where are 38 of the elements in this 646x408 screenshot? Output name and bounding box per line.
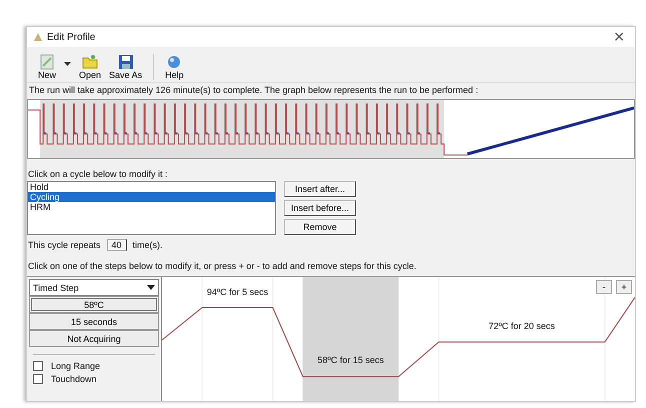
- toolbar-button[interactable]: Save As: [106, 54, 146, 80]
- folder-icon: [82, 54, 98, 70]
- cycle-item[interactable]: Cycling: [28, 192, 275, 202]
- temperature-button[interactable]: 58ºC: [29, 296, 159, 313]
- toolbar-button[interactable]: Help: [162, 54, 187, 80]
- cycle-button[interactable]: Insert before...: [284, 200, 356, 216]
- zoom-button[interactable]: +: [616, 280, 632, 294]
- toolbar-button[interactable]: Open: [76, 54, 104, 80]
- checkbox-label: Long Range: [51, 360, 100, 370]
- repeat-label: This cycle repeats: [28, 240, 101, 250]
- checkbox[interactable]: [33, 360, 43, 370]
- run-info-text: The run will take approximately 126 minute(s) to complete. The graph below represents the run to be performed :: [27, 82, 635, 97]
- repeat-unit-label: time(s).: [132, 240, 163, 250]
- window-title: Edit Profile: [47, 32, 96, 42]
- cycle-item[interactable]: Hold: [28, 182, 275, 192]
- checkbox-label: Touchdown: [51, 374, 97, 384]
- step-label[interactable]: 58ºC for 15 secs: [318, 355, 384, 365]
- cycles-label: Click on a cycle below to modify it :: [27, 169, 169, 179]
- duration-button[interactable]: 15 seconds: [29, 313, 159, 330]
- step-type-dropdown[interactable]: Timed Step: [29, 279, 159, 296]
- dropdown-arrow-icon[interactable]: [147, 285, 155, 290]
- cycle-button[interactable]: Insert after...: [284, 181, 356, 197]
- app-icon: [33, 32, 43, 42]
- step-label[interactable]: 94ºC for 5 secs: [206, 287, 268, 297]
- toolbar-button[interactable]: New: [35, 54, 74, 80]
- steps-info-text: Click on one of the steps below to modify it, or press + or - to add and remove steps for this cycle.: [27, 261, 418, 271]
- help-icon: [166, 54, 182, 70]
- cycle-item[interactable]: HRM: [28, 202, 275, 212]
- step-label[interactable]: 72ºC for 20 secs: [488, 321, 555, 331]
- repeat-count-field[interactable]: 40: [106, 239, 127, 251]
- cycle-button[interactable]: Remove: [284, 219, 356, 235]
- checkbox[interactable]: [33, 374, 43, 384]
- acquisition-button[interactable]: Not Acquiring: [29, 330, 159, 347]
- close-button[interactable]: ×: [609, 29, 629, 45]
- zoom-button[interactable]: -: [596, 280, 612, 294]
- document-icon: [39, 54, 55, 70]
- floppy-icon: [118, 54, 134, 70]
- dropdown-arrow-icon[interactable]: [64, 62, 72, 66]
